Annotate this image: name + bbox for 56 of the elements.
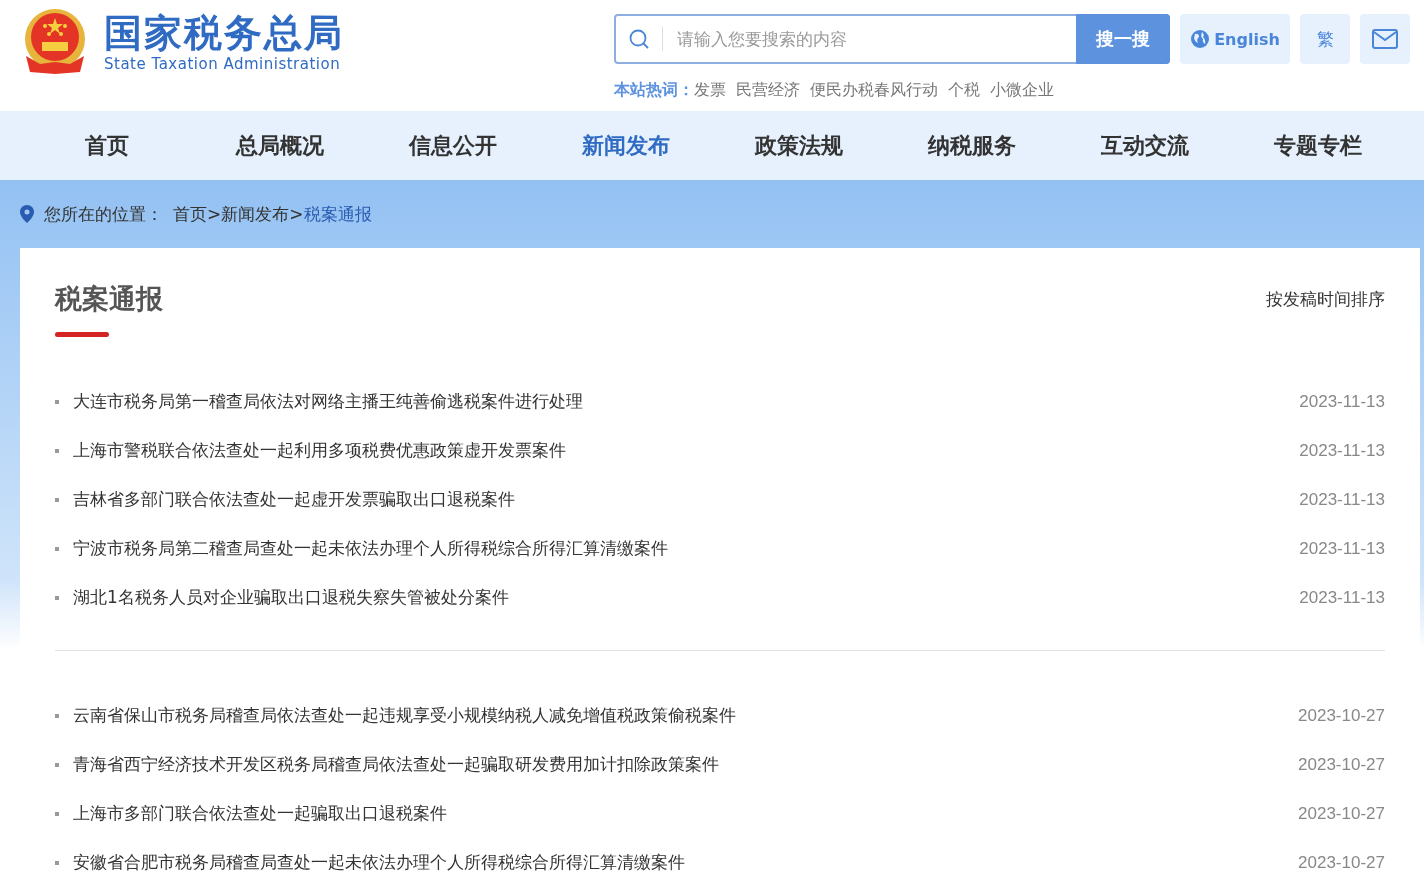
bullet-icon (55, 546, 59, 551)
section-title: 税案通报 (55, 282, 163, 316)
article-link[interactable]: 吉林省多部门联合依法查处一起虚开发票骗取出口退税案件 (73, 488, 1300, 511)
nav-tab[interactable]: 首页 (20, 130, 193, 161)
hot-words-label: 本站热词： (614, 80, 694, 101)
bullet-icon (55, 762, 59, 767)
article-date: 2023-10-27 (1298, 852, 1385, 873)
nav-tab[interactable]: 政策法规 (712, 130, 885, 161)
article-link[interactable]: 青海省西宁经济技术开发区税务局稽查局依法查处一起骗取研发费用加计扣除政策案件 (73, 753, 1299, 776)
site-name-english: State Taxation Administration (104, 55, 342, 73)
breadcrumb-link[interactable]: 首页 (173, 202, 207, 226)
article-date: 2023-11-13 (1299, 489, 1385, 510)
nav-tab[interactable]: 纳税服务 (885, 130, 1058, 161)
article-date: 2023-10-27 (1298, 803, 1385, 824)
search-icon (628, 28, 650, 50)
site-name: 国家税务总局 (104, 11, 344, 55)
bullet-icon (55, 811, 59, 816)
breadcrumb-label: 您所在的位置： (44, 202, 163, 226)
bullet-icon (55, 595, 59, 600)
hot-word-link[interactable]: 发票 (694, 80, 726, 101)
sort-link[interactable]: 按发稿时间排序 (1266, 288, 1385, 337)
hot-word-link[interactable]: 小微企业 (990, 80, 1054, 101)
mail-icon (1372, 29, 1398, 49)
breadcrumb-separator: > (207, 204, 222, 224)
article-link[interactable]: 安徽省合肥市税务局稽查局查处一起未依法办理个人所得税综合所得汇算清缴案件 (73, 851, 1299, 874)
article-date: 2023-11-13 (1299, 587, 1385, 608)
nav-tab[interactable]: 新闻发布 (539, 130, 712, 161)
nav-tab[interactable]: 专题专栏 (1231, 130, 1404, 161)
nav-tab[interactable]: 总局概况 (193, 130, 366, 161)
article-link[interactable]: 湖北1名税务人员对企业骗取出口退税失察失管被处分案件 (73, 586, 1300, 609)
article-link[interactable]: 上海市警税联合依法查处一起利用多项税费优惠政策虚开发票案件 (73, 439, 1300, 462)
globe-icon (1190, 29, 1211, 49)
article-link[interactable]: 云南省保山市税务局稽查局依法查处一起违规享受小规模纳税人减免增值税政策偷税案件 (73, 704, 1299, 727)
hot-word-link[interactable]: 个税 (948, 80, 980, 101)
bullet-icon (55, 497, 59, 502)
article-date: 2023-11-13 (1299, 538, 1385, 559)
bullet-icon (55, 448, 59, 453)
breadcrumb-link[interactable]: 新闻发布 (221, 202, 290, 226)
article-date: 2023-10-27 (1298, 705, 1385, 726)
nav-tab[interactable]: 互动交流 (1058, 130, 1231, 161)
bullet-icon (55, 860, 59, 865)
location-pin-icon (20, 205, 34, 223)
article-link[interactable]: 上海市多部门联合依法查处一起骗取出口退税案件 (73, 802, 1299, 825)
article-link[interactable]: 大连市税务局第一稽查局依法对网络主播王纯善偷逃税案件进行处理 (73, 390, 1300, 413)
article-date: 2023-11-13 (1299, 440, 1385, 461)
bullet-icon (55, 399, 59, 404)
hot-word-link[interactable]: 民营经济 (736, 80, 800, 101)
breadcrumb-separator: > (289, 204, 304, 224)
hot-word-link[interactable]: 便民办税春风行动 (810, 80, 938, 101)
article-date: 2023-11-13 (1299, 391, 1385, 412)
article-link[interactable]: 宁波市税务局第二稽查局查处一起未依法办理个人所得税综合所得汇算清缴案件 (73, 537, 1300, 560)
article-date: 2023-10-27 (1298, 754, 1385, 775)
nav-tab[interactable]: 信息公开 (366, 130, 539, 161)
mail-button[interactable] (1360, 14, 1410, 64)
breadcrumb-link[interactable]: 税案通报 (303, 202, 372, 226)
bullet-icon (55, 713, 59, 718)
